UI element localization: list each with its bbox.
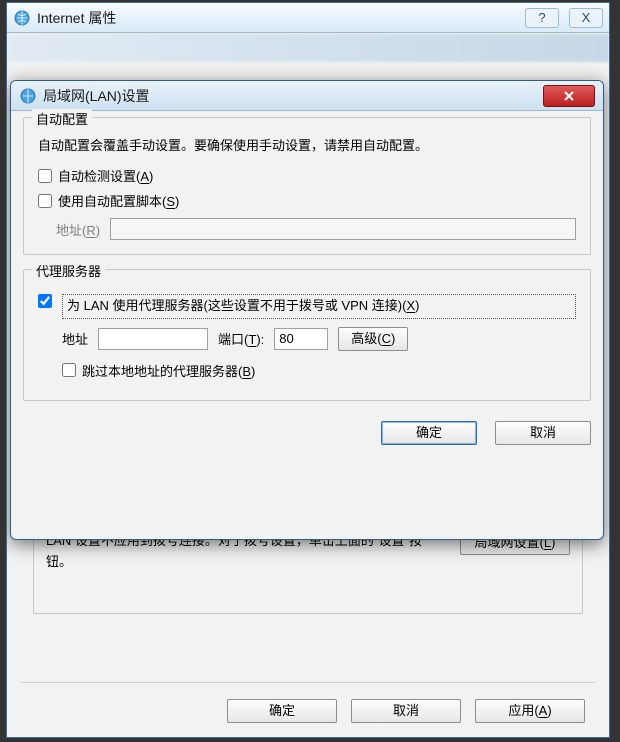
help-button[interactable]: ? — [525, 8, 559, 28]
auto-config-legend: 自动配置 — [32, 109, 92, 128]
lan-dialog-icon — [19, 87, 37, 105]
advanced-button[interactable]: 高级(C) — [338, 327, 408, 351]
auto-detect-label: 自动检测设置(A) — [58, 166, 153, 185]
apply-button-label: 应用(A) — [508, 703, 551, 718]
bypass-local-label: 跳过本地地址的代理服务器(B) — [82, 361, 255, 380]
bypass-local-row[interactable]: 跳过本地地址的代理服务器(B) — [38, 361, 576, 380]
proxy-port-label: 端口(T): — [218, 329, 264, 348]
use-proxy-label: 为 LAN 使用代理服务器(这些设置不用于拨号或 VPN 连接)(X) — [62, 294, 576, 319]
internet-properties-window: Internet 属性 ? X 局域网(LAN)设置 LAN 设置不应用到拨号连… — [6, 2, 610, 738]
auto-detect-row[interactable]: 自动检测设置(A) — [38, 166, 576, 185]
internet-options-icon — [13, 9, 31, 27]
parent-window-title: Internet 属性 — [37, 8, 116, 28]
use-proxy-checkbox[interactable] — [38, 294, 52, 308]
separator — [21, 682, 595, 683]
script-address-input[interactable] — [110, 218, 576, 240]
bypass-local-checkbox[interactable] — [62, 363, 76, 377]
close-button[interactable]: X — [569, 8, 603, 28]
background-blur — [7, 34, 609, 62]
advanced-button-label: 高级(C) — [351, 331, 395, 346]
use-script-checkbox[interactable] — [38, 194, 52, 208]
ok-button[interactable]: 确定 — [227, 699, 337, 723]
use-script-row[interactable]: 使用自动配置脚本(S) — [38, 191, 576, 210]
close-icon — [563, 90, 575, 102]
lan-settings-dialog: 局域网(LAN)设置 自动配置 自动配置会覆盖手动设置。要确保使用手动设置，请禁… — [10, 80, 604, 540]
auto-config-desc: 自动配置会覆盖手动设置。要确保使用手动设置，请禁用自动配置。 — [38, 136, 576, 156]
cancel-button[interactable]: 取消 — [351, 699, 461, 723]
proxy-port-input[interactable] — [274, 328, 328, 350]
parent-titlebar: Internet 属性 ? X — [7, 3, 609, 33]
modal-cancel-button[interactable]: 取消 — [495, 421, 591, 445]
proxy-address-label: 地址 — [62, 329, 88, 348]
auto-detect-checkbox[interactable] — [38, 169, 52, 183]
parent-button-row: 确定 取消 应用(A) — [227, 699, 585, 723]
proxy-group: 代理服务器 为 LAN 使用代理服务器(这些设置不用于拨号或 VPN 连接)(X… — [23, 269, 591, 401]
proxy-address-input[interactable] — [98, 328, 208, 350]
modal-ok-button[interactable]: 确定 — [381, 421, 477, 445]
proxy-legend: 代理服务器 — [32, 261, 105, 280]
modal-button-row: 确定 取消 — [23, 421, 591, 445]
modal-title: 局域网(LAN)设置 — [43, 86, 150, 106]
auto-config-group: 自动配置 自动配置会覆盖手动设置。要确保使用手动设置，请禁用自动配置。 自动检测… — [23, 117, 591, 255]
script-address-label: 地址(R) — [38, 220, 100, 239]
modal-close-button[interactable] — [543, 85, 595, 107]
modal-titlebar: 局域网(LAN)设置 — [11, 81, 603, 111]
apply-button[interactable]: 应用(A) — [475, 699, 585, 723]
use-script-label: 使用自动配置脚本(S) — [58, 191, 179, 210]
parent-body: 局域网(LAN)设置 LAN 设置不应用到拨号连接。对于拨号设置，单击上面的"设… — [7, 34, 609, 737]
